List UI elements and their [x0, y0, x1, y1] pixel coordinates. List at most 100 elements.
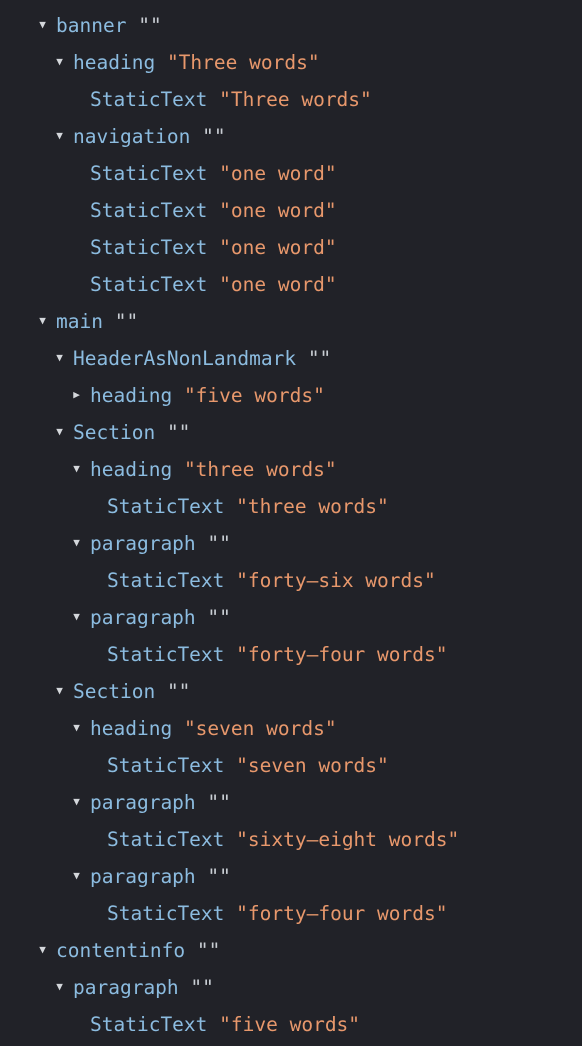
- ax-tree-row[interactable]: ▼ paragraph "": [0, 858, 582, 895]
- ax-node-role: StaticText: [107, 902, 225, 925]
- ax-node-value: "one word": [219, 273, 337, 296]
- no-twisty-icon: [70, 1005, 83, 1042]
- ax-tree-row[interactable]: StaticText "five words": [0, 1006, 582, 1043]
- ax-node-role: heading: [90, 458, 173, 481]
- ax-tree-row[interactable]: StaticText "one word": [0, 155, 582, 192]
- ax-node-value: "seven words": [236, 754, 389, 777]
- ax-node-role: paragraph: [90, 606, 196, 629]
- ax-node-value: "Three words": [166, 51, 320, 74]
- chevron-down-icon[interactable]: ▼: [53, 43, 66, 80]
- no-twisty-icon: [87, 746, 100, 783]
- ax-node-role: paragraph: [90, 532, 196, 555]
- ax-tree-row[interactable]: ▼ main "": [0, 303, 582, 340]
- ax-tree-row[interactable]: ▼ paragraph "": [0, 599, 582, 636]
- ax-node-value: "one word": [219, 199, 337, 222]
- chevron-down-icon[interactable]: ▼: [36, 6, 49, 43]
- chevron-down-icon[interactable]: ▼: [53, 413, 66, 450]
- chevron-right-icon[interactable]: ▶: [70, 376, 83, 413]
- ax-tree-row[interactable]: ▶ heading "five words": [0, 377, 582, 414]
- ax-tree-row[interactable]: ▼ heading "seven words": [0, 710, 582, 747]
- chevron-down-icon[interactable]: ▼: [36, 931, 49, 968]
- ax-node-role: heading: [90, 717, 173, 740]
- chevron-down-icon[interactable]: ▼: [53, 968, 66, 1005]
- ax-node-value: "": [138, 14, 162, 37]
- chevron-down-icon[interactable]: ▼: [53, 117, 66, 154]
- chevron-down-icon[interactable]: ▼: [36, 302, 49, 339]
- ax-tree-row[interactable]: ▼ contentinfo "": [0, 932, 582, 969]
- ax-node-value: "": [207, 532, 231, 555]
- ax-tree-row[interactable]: StaticText "three words": [0, 488, 582, 525]
- ax-tree-row[interactable]: ▼ heading "three words": [0, 451, 582, 488]
- ax-node-value: "": [166, 680, 191, 703]
- ax-node-role: StaticText: [107, 495, 225, 518]
- ax-node-value: "": [114, 310, 139, 333]
- chevron-down-icon[interactable]: ▼: [70, 598, 83, 635]
- ax-tree-row[interactable]: ▼ navigation "": [0, 118, 582, 155]
- ax-node-role: StaticText: [90, 199, 208, 222]
- ax-tree-row[interactable]: ▼ paragraph "": [0, 784, 582, 821]
- no-twisty-icon: [70, 228, 83, 265]
- ax-tree-row[interactable]: ▼ HeaderAsNonLandmark "": [0, 340, 582, 377]
- no-twisty-icon: [70, 191, 83, 228]
- ax-node-value: "one word": [219, 162, 337, 185]
- ax-node-role: paragraph: [73, 0, 179, 7]
- ax-node-value: "Three words": [219, 88, 372, 111]
- ax-tree-row[interactable]: StaticText "one word": [0, 229, 582, 266]
- no-twisty-icon: [70, 154, 83, 191]
- ax-node-role: Section: [73, 421, 156, 444]
- ax-node-value: "one word": [219, 236, 337, 259]
- accessibility-tree[interactable]: ▼ paragraph "" ▼ banner "" ▼ heading "Three w…: [0, 0, 582, 1036]
- ax-node-value: "three words": [183, 458, 337, 481]
- chevron-down-icon[interactable]: ▼: [70, 524, 83, 561]
- ax-tree-row[interactable]: StaticText "one word": [0, 266, 582, 303]
- no-twisty-icon: [87, 894, 100, 931]
- ax-node-value: "": [207, 791, 231, 814]
- ax-tree-row[interactable]: ▼ paragraph "": [0, 0, 582, 7]
- chevron-down-icon[interactable]: ▼: [70, 450, 83, 487]
- ax-tree-row[interactable]: StaticText "seven words": [0, 747, 582, 784]
- ax-tree-row[interactable]: StaticText "sixty–eight words": [0, 821, 582, 858]
- ax-node-value: "forty–four words": [236, 643, 448, 666]
- ax-node-value: "sixty–eight words": [236, 828, 460, 851]
- chevron-down-icon[interactable]: ▼: [53, 339, 66, 376]
- chevron-down-icon[interactable]: ▼: [70, 857, 83, 894]
- ax-tree-row[interactable]: StaticText "forty–six words": [0, 562, 582, 599]
- ax-tree-row[interactable]: StaticText "one word": [0, 192, 582, 229]
- chevron-down-icon[interactable]: ▼: [53, 672, 66, 709]
- no-twisty-icon: [87, 635, 100, 672]
- ax-node-value: "five words": [219, 1013, 361, 1036]
- no-twisty-icon: [87, 487, 100, 524]
- ax-tree-row[interactable]: StaticText "forty–four words": [0, 636, 582, 673]
- chevron-down-icon[interactable]: ▼: [70, 783, 83, 820]
- ax-tree-row[interactable]: StaticText "Three words": [0, 81, 582, 118]
- ax-node-value: "three words": [236, 495, 389, 518]
- chevron-down-icon[interactable]: ▼: [53, 0, 66, 6]
- ax-node-value: "": [196, 939, 221, 962]
- ax-tree-row[interactable]: ▼ Section "": [0, 414, 582, 451]
- ax-tree-row[interactable]: ▼ Section "": [0, 673, 582, 710]
- ax-tree-row[interactable]: ▼ banner "": [0, 7, 582, 44]
- chevron-down-icon[interactable]: ▼: [70, 709, 83, 746]
- ax-node-role: StaticText: [90, 162, 208, 185]
- ax-tree-row[interactable]: ▼ paragraph "": [0, 525, 582, 562]
- ax-tree-row[interactable]: StaticText "forty–four words": [0, 895, 582, 932]
- ax-node-role: paragraph: [73, 976, 179, 999]
- no-twisty-icon: [70, 80, 83, 117]
- ax-tree-row[interactable]: ▼ heading "Three words": [0, 44, 582, 81]
- ax-tree-row[interactable]: ▼ paragraph "": [0, 969, 582, 1006]
